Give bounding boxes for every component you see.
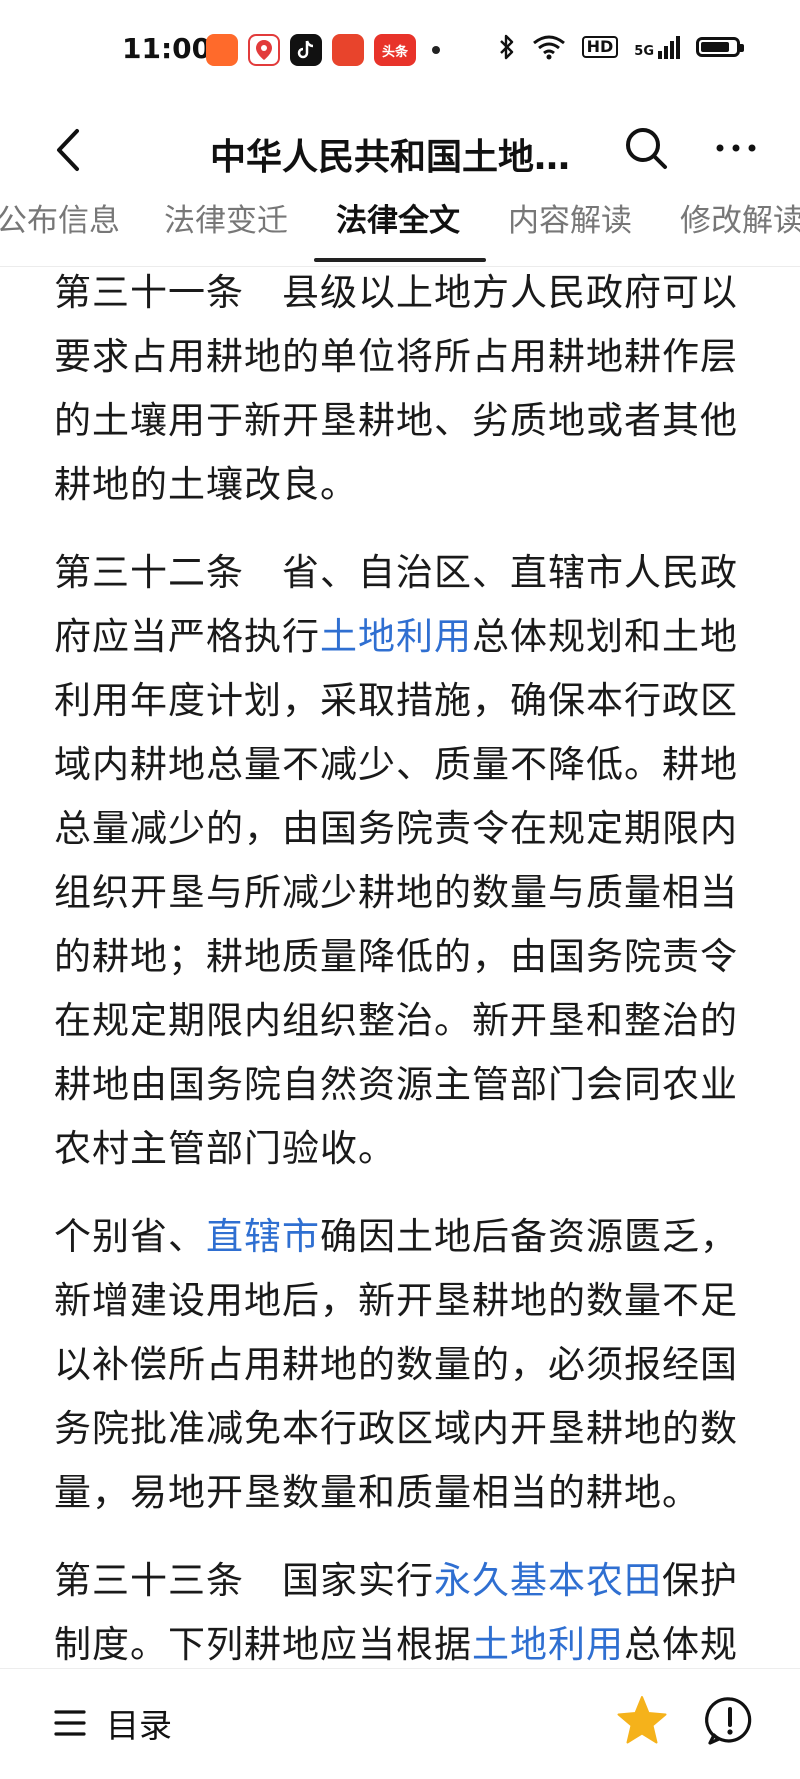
shop-app-icon [332,34,364,66]
tab-publish-info[interactable]: 公布信息 [0,200,120,266]
bottom-toolbar: 目录 [0,1668,800,1779]
tab-full-text[interactable]: 法律全文 [336,200,460,266]
favorite-button[interactable] [614,1693,670,1749]
battery-icon [696,37,744,57]
article-31-paragraph: 第三十一条 县级以上地方人民政府可以要求占用耕地的单位将所占用耕地耕作层的土壤用… [54,271,738,506]
status-bar: 11:00 头条 HD 5G [0,0,800,100]
land-use-link[interactable]: 土地利用 [320,615,472,658]
location-app-icon [248,34,280,66]
status-time: 11:00 [122,32,212,65]
star-icon [617,1696,667,1744]
exclamation-bubble-icon [705,1697,752,1745]
law-full-text: 第三十一条 县级以上地方人民政府可以要求占用耕地的单位将所占用耕地耕作层的土壤用… [54,266,754,1668]
system-status-icons: HD 5G [498,34,744,60]
tab-law-history[interactable]: 法律变迁 [164,200,288,266]
battery-level [701,42,730,52]
more-notifications-dot [432,46,440,54]
notification-app-icons: 头条 [206,32,440,68]
article-33-paragraph: 第三十三条 国家实行永久基本农田保护制度。下列耕地应当根据土地利用总体规 [54,1549,754,1668]
signal-icon: 5G [634,35,680,59]
back-button[interactable] [38,120,98,180]
search-icon [626,128,667,169]
active-tab-indicator [314,258,486,262]
table-of-contents-button[interactable]: 目录 [54,1699,172,1747]
article-32-paragraph: 第三十二条 省、自治区、直辖市人民政府应当严格执行土地利用总体规划和土地利用年度… [54,541,754,1181]
tiktok-app-icon [290,34,322,66]
back-arrow-icon [57,129,79,171]
page-title: 中华人民共和国土地… [210,137,571,178]
more-dots-icon [716,144,756,152]
article-33-text-end: 总体规 [624,1623,738,1666]
toutiao-app-icon: 头条 [374,34,416,66]
permanent-farmland-link[interactable]: 永久基本农田 [434,1559,662,1602]
network-type: 5G [634,43,654,59]
municipality-link[interactable]: 直辖市 [206,1215,320,1258]
tab-content-interpretation[interactable]: 内容解读 [508,200,632,266]
tab-bar: 公布信息 法律变迁 法律全文 内容解读 修改解读 [0,200,800,267]
land-use-link-2[interactable]: 土地利用 [472,1623,624,1666]
article-32-text-end: 总体规划和土地利用年度计划，采取措施，确保本行政区域内耕地总量不减少、质量不降低… [54,615,738,1170]
article-33-text-start: 第三十三条 国家实行 [54,1559,434,1602]
more-options-button[interactable] [706,118,766,178]
wifi-icon [532,35,565,60]
subparagraph-text-end: 确因土地后备资源匮乏，新增建设用地后，新开垦耕地的数量不足以补偿所占用耕地的数量… [54,1215,738,1514]
app-icon-1 [206,34,238,66]
article-32-subparagraph: 个别省、直辖市确因土地后备资源匮乏，新增建设用地后，新开垦耕地的数量不足以补偿所… [54,1205,754,1525]
nav-bar: 中华人民共和国土地… [0,100,800,200]
tab-amendment-interpretation[interactable]: 修改解读 [680,200,800,266]
bluetooth-icon [499,34,513,60]
feedback-button[interactable] [702,1693,758,1749]
subparagraph-text-start: 个别省、 [54,1215,206,1258]
search-button[interactable] [616,118,676,178]
hd-badge: HD [581,36,619,58]
menu-lines-icon [54,1710,86,1736]
toc-label: 目录 [106,1706,172,1745]
